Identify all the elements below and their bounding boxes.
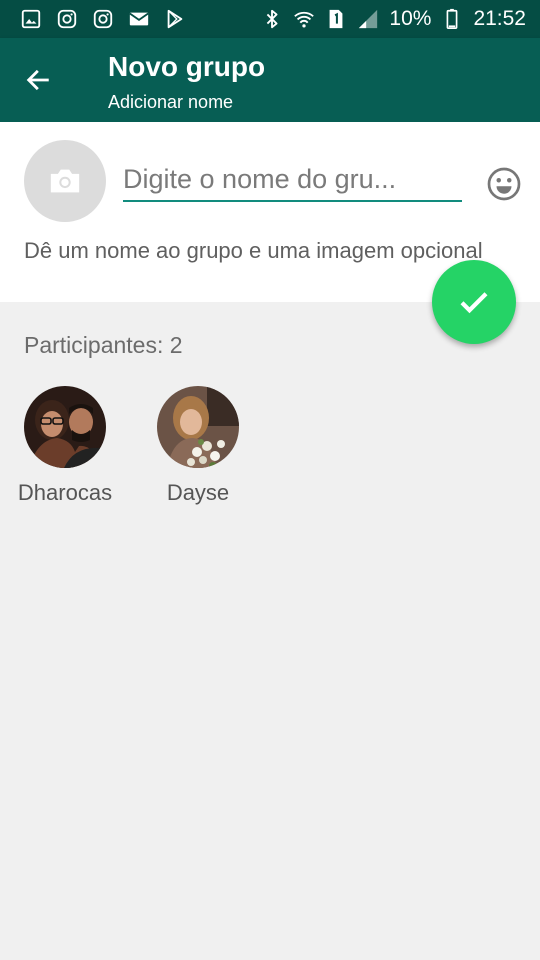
avatar — [157, 386, 239, 468]
group-name-input[interactable] — [123, 158, 462, 202]
camera-icon — [50, 169, 80, 193]
page-title: Novo grupo — [108, 51, 266, 82]
emoji-button[interactable] — [486, 166, 522, 202]
participant-name: Dharocas — [17, 480, 113, 505]
instagram-icon — [56, 8, 78, 30]
avatar — [24, 386, 106, 468]
battery-icon — [441, 8, 463, 30]
group-name-hint: Dê um nome ao grupo e uma imagem opciona… — [24, 238, 483, 263]
group-photo-button[interactable] — [24, 140, 106, 222]
app-toolbar: Novo grupo Adicionar nome — [0, 38, 540, 122]
system-icons: 10% 21:52 — [261, 7, 526, 31]
confirm-create-group-button[interactable] — [432, 260, 516, 344]
status-bar: 10% 21:52 — [0, 0, 540, 38]
emoji-icon — [487, 167, 521, 201]
signal-icon — [357, 8, 379, 30]
participant-item[interactable]: Dharocas — [5, 386, 125, 506]
arrow-back-icon — [26, 69, 49, 91]
page-subtitle: Adicionar nome — [108, 92, 234, 112]
participant-name: Dayse — [166, 480, 230, 505]
instagram-icon — [92, 8, 114, 30]
bluetooth-icon — [261, 8, 283, 30]
participants-count: Participantes: 2 — [24, 332, 183, 358]
play-store-icon — [164, 8, 186, 30]
check-icon — [460, 292, 488, 314]
participant-item[interactable]: Dayse — [138, 386, 258, 506]
wifi-icon — [293, 8, 315, 30]
gallery-icon — [20, 8, 42, 30]
battery-percentage: 10% — [389, 7, 432, 30]
clock: 21:52 — [473, 7, 526, 30]
mail-icon — [128, 8, 150, 30]
sim-1-icon — [325, 8, 347, 30]
notification-icons — [20, 8, 186, 30]
back-button[interactable] — [18, 60, 58, 100]
